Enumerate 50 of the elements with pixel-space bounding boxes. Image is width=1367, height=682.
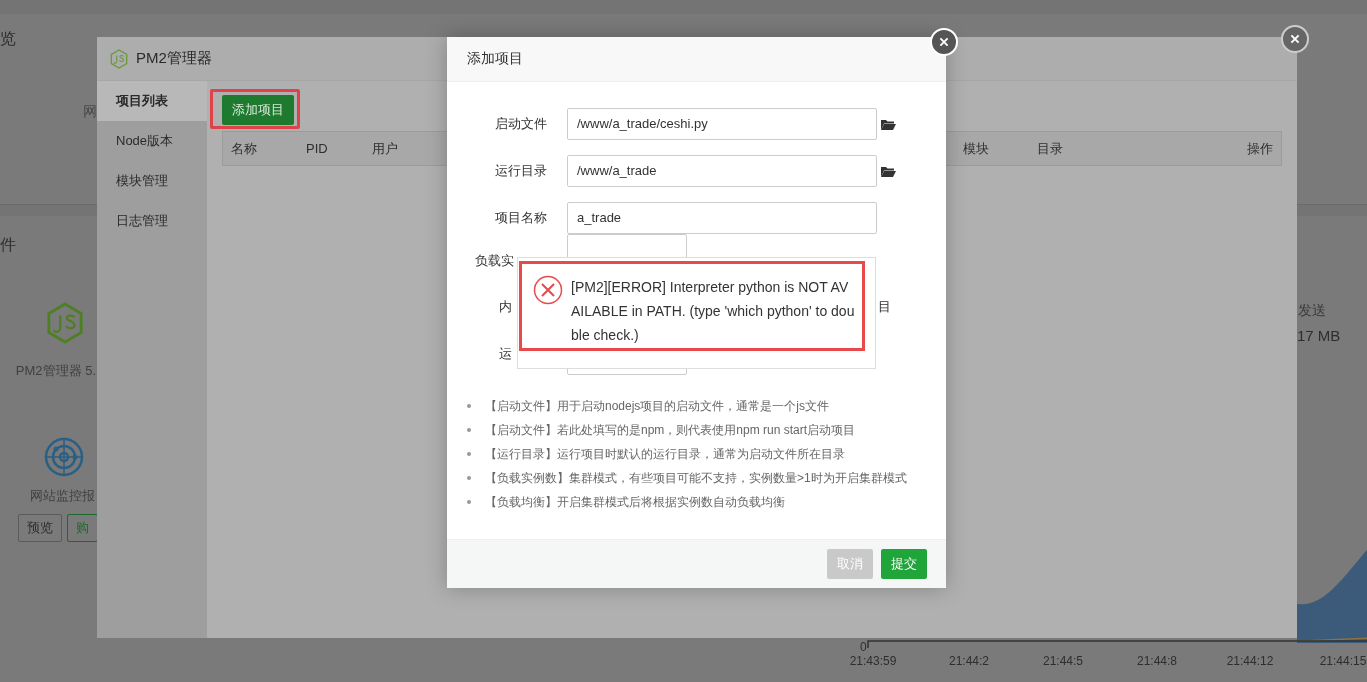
column-header: PID: [306, 141, 329, 156]
column-header: 目录: [1037, 139, 1064, 158]
input-field[interactable]: /www/a_trade/ceshi.py: [567, 108, 877, 140]
sidebar-item[interactable]: 项目列表: [97, 81, 207, 121]
option-label: 目: [878, 298, 891, 316]
field-label: 项目名称: [494, 209, 547, 227]
hint-text: 【运行目录】运行项目时默认的运行目录，通常为启动文件所在目录: [467, 442, 946, 466]
axis-label: 21:44:2: [947, 654, 990, 668]
axis-label: 21:44:12: [1225, 654, 1275, 668]
column-header: 用户: [372, 139, 399, 158]
dialog-title: 添加项目: [467, 50, 523, 68]
field-label: 运行目录: [494, 162, 547, 180]
hint-text: 【启动文件】若此处填写的是npm，则代表使用npm run start启动项目: [467, 418, 946, 442]
axis-label: 21:44:15: [1318, 654, 1367, 668]
window-title: PM2管理器: [136, 49, 212, 68]
hint-text: 【负载实例数】集群模式，有些项目可能不支持，实例数量>1时为开启集群模式: [467, 466, 946, 490]
sidebar-item[interactable]: 模块管理: [97, 161, 207, 201]
axis-label: 21:44:8: [1135, 654, 1178, 668]
close-icon: [938, 36, 950, 48]
field-label: 运: [499, 345, 512, 363]
column-header: 模块: [963, 139, 990, 158]
hexagon-js-icon: [46, 302, 84, 344]
traffic-value: 17 MB: [1297, 327, 1341, 344]
column-header: 名称: [231, 139, 258, 158]
card-button[interactable]: 预览: [18, 514, 62, 542]
hexagon-js-icon: [110, 48, 128, 69]
close-icon: [1289, 33, 1301, 45]
axis-label: 21:44:5: [1041, 654, 1084, 668]
error-icon: [533, 275, 563, 305]
input-field[interactable]: a_trade: [567, 202, 877, 234]
axis-label: 0: [860, 640, 867, 654]
field-label: 启动文件: [494, 115, 547, 133]
section-title: 览: [0, 29, 16, 49]
field-label: 内: [499, 298, 512, 316]
folder-icon[interactable]: [880, 164, 896, 178]
input-field[interactable]: /www/a_trade: [567, 155, 877, 187]
sidebar-item[interactable]: 日志管理: [97, 201, 207, 241]
hint-text: 【启动文件】用于启动nodejs项目的启动文件，通常是一个js文件: [467, 394, 946, 418]
error-message: [PM2][ERROR] Interpreter python is NOT AVAILABLE in PATH. (type 'which python' to double check.): [571, 278, 856, 345]
sidebar-item[interactable]: Node版本: [97, 121, 207, 161]
folder-icon[interactable]: [880, 117, 896, 131]
section-title: 件: [0, 235, 16, 255]
field-label: 负载实: [475, 252, 514, 270]
hint-text: 【负载均衡】开启集群模式后将根据实例数自动负载均衡: [467, 490, 946, 514]
submit-button[interactable]: 提交: [881, 549, 927, 579]
column-header: 操作: [1247, 139, 1273, 158]
radar-icon: [44, 437, 84, 477]
traffic-label: 发送: [1298, 302, 1326, 320]
axis-label: 21:43:59: [848, 654, 898, 668]
add-button[interactable]: 添加项目: [222, 95, 294, 125]
